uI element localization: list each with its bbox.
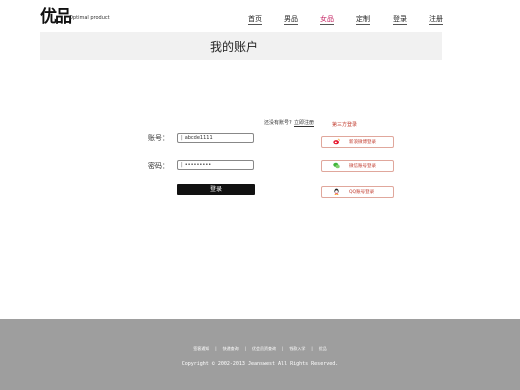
text-caret: | — [181, 135, 183, 141]
nav-men[interactable]: 男品 — [284, 15, 298, 25]
third-party-title: 第三方登录 — [332, 122, 358, 128]
qq-login-button[interactable]: QQ账号登录 — [321, 186, 394, 198]
nav-register[interactable]: 注册 — [429, 15, 443, 25]
wechat-login-button[interactable]: 微信账号登录 — [321, 160, 394, 172]
footer-separator: | — [282, 346, 284, 351]
nav-custom[interactable]: 定制 — [356, 15, 370, 25]
footer-links: 签客通知 | 快递查询 | 优会员资查询 | 钱款入学 | 优品 — [0, 346, 520, 352]
account-input[interactable]: | abcde1111 — [177, 133, 254, 143]
no-account-text: 还没有账号? — [264, 120, 292, 126]
qq-icon — [334, 188, 339, 195]
page-title: 我的账户 — [210, 40, 259, 54]
password-label: 密码： — [148, 162, 169, 170]
weibo-login-button[interactable]: 新浪微博登录 — [321, 136, 394, 148]
text-caret: | — [181, 162, 183, 168]
password-value: ••••••••• — [184, 162, 212, 168]
footer-separator: | — [311, 346, 313, 351]
nav-login[interactable]: 登录 — [393, 15, 407, 25]
footer-link-payment[interactable]: 钱款入学 — [289, 346, 305, 351]
page-title-bar: 我的账户 — [40, 32, 442, 60]
qq-login-label: QQ账号登录 — [349, 190, 375, 195]
password-input[interactable]: | ••••••••• — [177, 160, 254, 170]
weibo-icon — [333, 138, 340, 145]
nav-home[interactable]: 首页 — [248, 15, 262, 25]
footer-link-notice[interactable]: 签客通知 — [193, 346, 209, 351]
footer-separator: | — [215, 346, 217, 351]
footer: 签客通知 | 快递查询 | 优会员资查询 | 钱款入学 | 优品 Copyright © 200… — [0, 319, 520, 390]
register-link[interactable]: 立即注册 — [294, 119, 315, 127]
footer-link-member[interactable]: 优会员资查询 — [252, 346, 276, 351]
login-button[interactable]: 登录 — [177, 184, 255, 195]
footer-link-express[interactable]: 快递查询 — [223, 346, 239, 351]
main-nav: 首页 男品 女品 定制 登录 注册 — [0, 15, 520, 27]
account-label: 账号： — [148, 134, 169, 142]
copyright-text: Copyright © 2002-2013 Jeanswest All Righ… — [181, 361, 339, 367]
account-value: abcde1111 — [184, 135, 213, 141]
wechat-login-label: 微信账号登录 — [349, 164, 376, 169]
nav-women[interactable]: 女品 — [320, 15, 334, 25]
footer-link-brand[interactable]: 优品 — [319, 346, 327, 351]
footer-separator: | — [244, 346, 246, 351]
wechat-icon — [333, 162, 340, 169]
weibo-login-label: 新浪微博登录 — [349, 140, 376, 145]
